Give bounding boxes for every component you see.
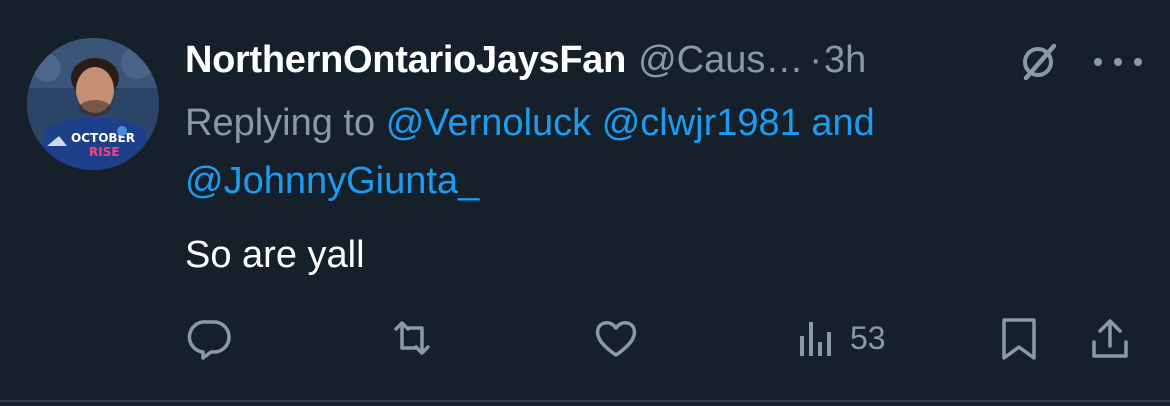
heart-icon <box>595 321 637 357</box>
separator-dot: · <box>809 38 823 81</box>
timestamp[interactable]: 3h <box>824 39 866 82</box>
replying-prefix: Replying to <box>185 102 376 144</box>
mention-johnnygiunta[interactable]: @JohnnyGiunta_ <box>185 160 479 202</box>
mention-clwjr1981[interactable]: @clwjr1981 <box>602 102 801 144</box>
mention-vernoluck[interactable]: @Vernoluck <box>386 102 591 144</box>
divider <box>0 400 1170 402</box>
replying-to: Replying to @Vernoluck @clwjr1981 and @J… <box>185 94 1085 210</box>
avatar-shirt-text-2: RISE <box>89 145 120 159</box>
tweet[interactable]: OCTOBER RISE NorthernOntarioJaysFan @Cau… <box>0 0 1170 406</box>
tweet-text: So are yall <box>185 234 365 276</box>
grok-icon[interactable] <box>1016 40 1060 84</box>
retweet-button[interactable] <box>388 314 436 362</box>
like-button[interactable] <box>592 314 640 362</box>
mention-and[interactable]: and <box>811 102 874 144</box>
more-dot <box>1114 58 1122 66</box>
avatar-image: OCTOBER RISE <box>27 38 159 170</box>
bookmark-button[interactable] <box>996 314 1044 362</box>
more-dot <box>1134 58 1142 66</box>
reply-icon <box>187 320 231 360</box>
views-count: 53 <box>850 319 886 356</box>
avatar[interactable]: OCTOBER RISE <box>27 38 159 170</box>
more-dot <box>1094 58 1102 66</box>
retweet-icon <box>394 321 430 355</box>
views-icon <box>800 322 831 356</box>
reply-button[interactable] <box>186 314 234 362</box>
action-bar: 53 <box>0 300 1170 372</box>
bookmark-icon <box>1002 318 1036 360</box>
share-icon <box>1092 319 1128 358</box>
views-button[interactable]: 53 <box>794 314 886 362</box>
more-icon[interactable] <box>1094 40 1142 84</box>
tweet-header: NorthernOntarioJaysFan @Caus… · 3h <box>185 32 866 88</box>
user-handle[interactable]: @Caus… <box>638 39 803 82</box>
share-button[interactable] <box>1086 314 1134 362</box>
display-name[interactable]: NorthernOntarioJaysFan <box>185 39 626 82</box>
